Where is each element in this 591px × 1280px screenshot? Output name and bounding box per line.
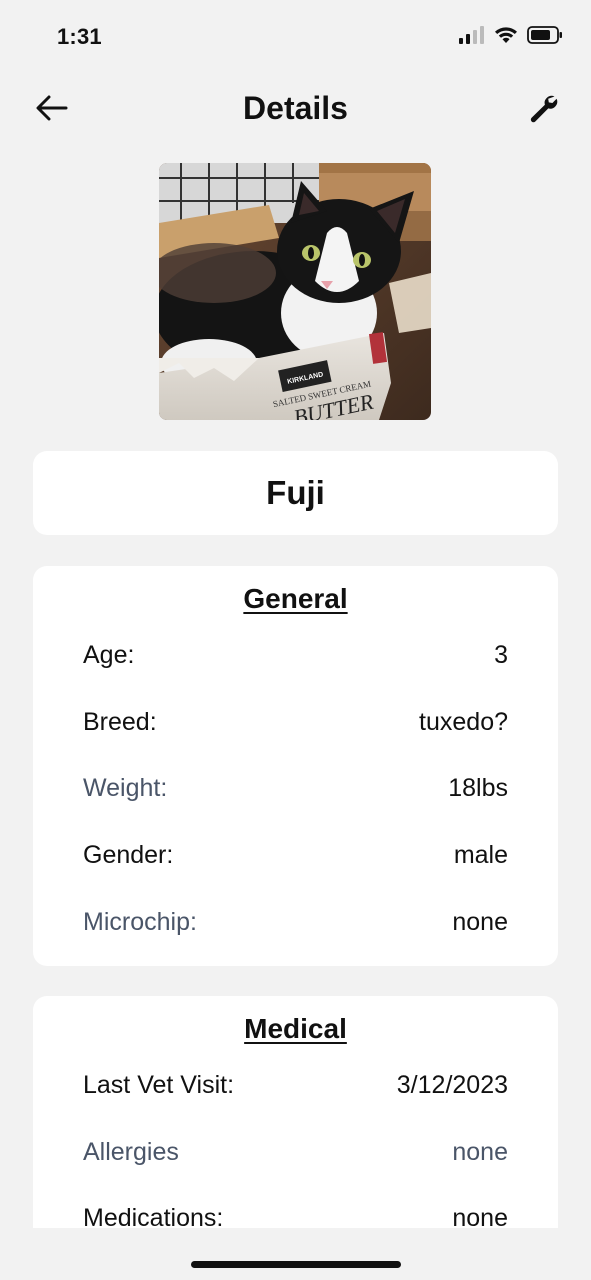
allergies-label: Allergies <box>83 1137 179 1166</box>
gender-value: male <box>453 840 508 869</box>
gender-label: Gender: <box>83 840 174 869</box>
breed-value: tuxedo? <box>419 707 508 736</box>
last-vet-visit-value: 3/12/2023 <box>396 1070 508 1099</box>
medical-row-medications: Medications: none <box>83 1201 508 1229</box>
breed-label: Breed: <box>83 707 157 736</box>
wifi-icon <box>494 26 518 49</box>
general-card: General Age: 3 Breed: tuxedo? Weight: 18… <box>33 566 558 966</box>
microchip-label: Microchip: <box>83 907 197 936</box>
status-time: 1:31 <box>57 24 102 49</box>
age-value: 3 <box>494 640 508 669</box>
medications-value: none <box>452 1203 508 1229</box>
weight-value: 18lbs <box>448 773 508 802</box>
medications-label: Medications: <box>83 1203 224 1229</box>
general-row-age: Age: 3 <box>83 638 508 672</box>
wrench-icon <box>528 93 558 128</box>
status-bar: 1:31 <box>0 0 591 75</box>
pet-name-card: Fuji <box>33 451 558 535</box>
microchip-value: none <box>452 907 508 936</box>
medical-row-allergies: Allergies none <box>83 1135 508 1169</box>
edit-settings-button[interactable] <box>525 92 561 128</box>
medical-card: Medical Last Vet Visit: 3/12/2023 Allerg… <box>33 996 558 1228</box>
weight-label: Weight: <box>83 773 168 802</box>
pet-details-screen: 1:31 Details KIRKLAND SALTED SWEET CREAM… <box>0 0 591 1280</box>
general-section-title: General <box>243 583 348 614</box>
navigation-bar: Details <box>0 80 591 140</box>
age-label: Age: <box>83 640 135 669</box>
page-title: Details <box>243 90 348 126</box>
pet-name: Fuji <box>266 474 325 511</box>
home-indicator[interactable] <box>191 1261 401 1268</box>
medical-row-last-vet-visit: Last Vet Visit: 3/12/2023 <box>83 1068 508 1102</box>
allergies-value: none <box>452 1137 508 1166</box>
general-row-microchip: Microchip: none <box>83 905 508 939</box>
status-icons <box>459 26 563 49</box>
last-vet-visit-label: Last Vet Visit: <box>83 1070 235 1099</box>
medical-section-title: Medical <box>244 1013 347 1044</box>
cellular-signal-icon <box>459 26 485 49</box>
general-row-breed: Breed: tuxedo? <box>83 705 508 739</box>
battery-icon <box>527 26 563 49</box>
general-row-weight: Weight: 18lbs <box>83 771 508 805</box>
general-row-gender: Gender: male <box>83 838 508 872</box>
pet-photo: KIRKLAND SALTED SWEET CREAM BUTTER <box>159 163 431 420</box>
